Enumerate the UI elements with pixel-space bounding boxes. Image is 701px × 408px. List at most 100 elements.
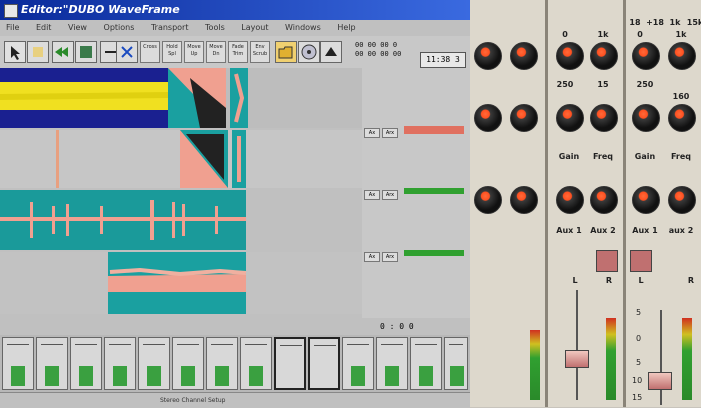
editor-window: Editor:"DUBO WaveFrame File Edit View Op… <box>0 0 470 408</box>
cross-button[interactable]: Cross <box>140 41 160 63</box>
track-4-button-b[interactable]: Arx <box>382 252 398 262</box>
eq-knob[interactable] <box>556 42 584 70</box>
scale-mark: 10 <box>632 376 643 385</box>
menu-layout[interactable]: Layout <box>241 23 268 32</box>
aux-knob[interactable] <box>510 186 538 214</box>
eq-knob[interactable] <box>632 42 660 70</box>
menu-file[interactable]: File <box>6 23 19 32</box>
channel-strip[interactable] <box>172 337 204 390</box>
track-3-level-bar <box>404 188 464 194</box>
aux-knob[interactable] <box>474 186 502 214</box>
eq-knob[interactable] <box>590 42 618 70</box>
move-up-button[interactable]: Move Up <box>184 41 204 63</box>
channel-strip[interactable] <box>206 337 238 390</box>
channel-strip[interactable] <box>444 337 468 390</box>
channel-strip[interactable] <box>308 337 340 390</box>
track-2-button-b[interactable]: Arx <box>382 128 398 138</box>
aux-knob[interactable] <box>590 186 618 214</box>
time-display: 11:38 3 <box>420 52 466 68</box>
mute-button[interactable] <box>630 250 652 272</box>
aux-knob[interactable] <box>632 186 660 214</box>
eq-knob[interactable] <box>474 104 502 132</box>
rewind-icon[interactable] <box>52 41 74 63</box>
track-2-button-a[interactable]: Ax <box>364 128 380 138</box>
gain-knob[interactable] <box>632 104 660 132</box>
fade-trim-button[interactable]: Fade Trim <box>228 41 248 63</box>
track-3-waveform <box>0 190 362 250</box>
export-icon[interactable] <box>320 41 342 63</box>
move-down-button[interactable]: Move Dn <box>206 41 226 63</box>
env-scrub-button[interactable]: Env Scrub <box>250 41 270 63</box>
channel-strip[interactable] <box>342 337 374 390</box>
channel-fader[interactable] <box>565 350 589 368</box>
menu-help[interactable]: Help <box>337 23 355 32</box>
row2-value: 250 <box>636 80 654 89</box>
status-text: Stereo Channel Setup <box>160 397 226 404</box>
channel-strip[interactable] <box>274 337 306 390</box>
track-1-lane[interactable] <box>0 68 362 128</box>
open-folder-icon[interactable] <box>275 41 297 63</box>
fader-slot <box>576 290 578 400</box>
menu-view[interactable]: View <box>68 23 87 32</box>
level-meter <box>606 318 616 400</box>
freq-label: Freq <box>592 152 614 161</box>
row1-value: 0 <box>562 30 568 39</box>
track-4-button-a[interactable]: Ax <box>364 252 380 262</box>
play-icon[interactable] <box>75 41 97 63</box>
eq-knob[interactable] <box>510 104 538 132</box>
aux-label: Aux 1 <box>556 226 582 235</box>
track-2-lane[interactable] <box>0 130 362 188</box>
scale-mark: 5 <box>636 358 642 367</box>
row1-value: 1k <box>597 30 609 39</box>
level-meter <box>530 330 540 400</box>
scale-mark: 0 <box>636 334 642 343</box>
aux-knob[interactable] <box>668 186 696 214</box>
channel-strip[interactable] <box>240 337 272 390</box>
menu-tools[interactable]: Tools <box>205 23 225 32</box>
channel-strip[interactable] <box>70 337 102 390</box>
track-controls-panel: Ax Arx Ax Arx Ax Arx <box>362 68 470 318</box>
eq-knob[interactable] <box>510 42 538 70</box>
menu-edit[interactable]: Edit <box>36 23 52 32</box>
aux-label: Aux 2 <box>590 226 616 235</box>
freq-knob[interactable] <box>590 104 618 132</box>
aux-label: Aux 1 <box>632 226 658 235</box>
cd-icon[interactable] <box>298 41 320 63</box>
counter-line-2: 00 00 00 00 <box>355 50 402 58</box>
eq-knob[interactable] <box>668 42 696 70</box>
select-tool-icon[interactable] <box>4 41 26 63</box>
channel-strip[interactable] <box>104 337 136 390</box>
menu-windows[interactable]: Windows <box>285 23 321 32</box>
master-fader[interactable] <box>648 372 672 390</box>
track-3-lane[interactable] <box>0 190 362 250</box>
gain-label: Gain <box>558 152 580 161</box>
gain-knob[interactable] <box>556 104 584 132</box>
channel-strip[interactable] <box>36 337 68 390</box>
track-4-level-bar <box>404 250 464 256</box>
channel-strip[interactable] <box>410 337 442 390</box>
mixer-panel: 18 +18 1k 15k 0 1k 0 1k 250 15 250 160 G… <box>470 0 701 407</box>
track-4-waveform <box>0 252 362 314</box>
mixer-divider <box>623 0 626 407</box>
track-2-level-bar <box>404 126 464 134</box>
title-bar: Editor:"DUBO WaveFrame <box>0 0 470 20</box>
track-3-button-b[interactable]: Arx <box>382 190 398 200</box>
channel-strip[interactable] <box>2 337 34 390</box>
freq-knob[interactable] <box>668 104 696 132</box>
menu-transport[interactable]: Transport <box>151 23 189 32</box>
row2-value: 160 <box>672 92 690 101</box>
row1-value: 1k <box>675 30 687 39</box>
draw-tool-icon[interactable] <box>27 41 49 63</box>
track-4-lane[interactable] <box>0 252 362 314</box>
eq-knob[interactable] <box>474 42 502 70</box>
aux-knob[interactable] <box>556 186 584 214</box>
menu-options[interactable]: Options <box>104 23 135 32</box>
scale-mark: 15 <box>632 393 643 402</box>
close-icon[interactable] <box>116 41 138 63</box>
hold-split-button[interactable]: Hold Spl <box>162 41 182 63</box>
mute-button[interactable] <box>596 250 618 272</box>
channel-strip[interactable] <box>376 337 408 390</box>
app-icon <box>4 4 18 18</box>
track-3-button-a[interactable]: Ax <box>364 190 380 200</box>
channel-strip[interactable] <box>138 337 170 390</box>
